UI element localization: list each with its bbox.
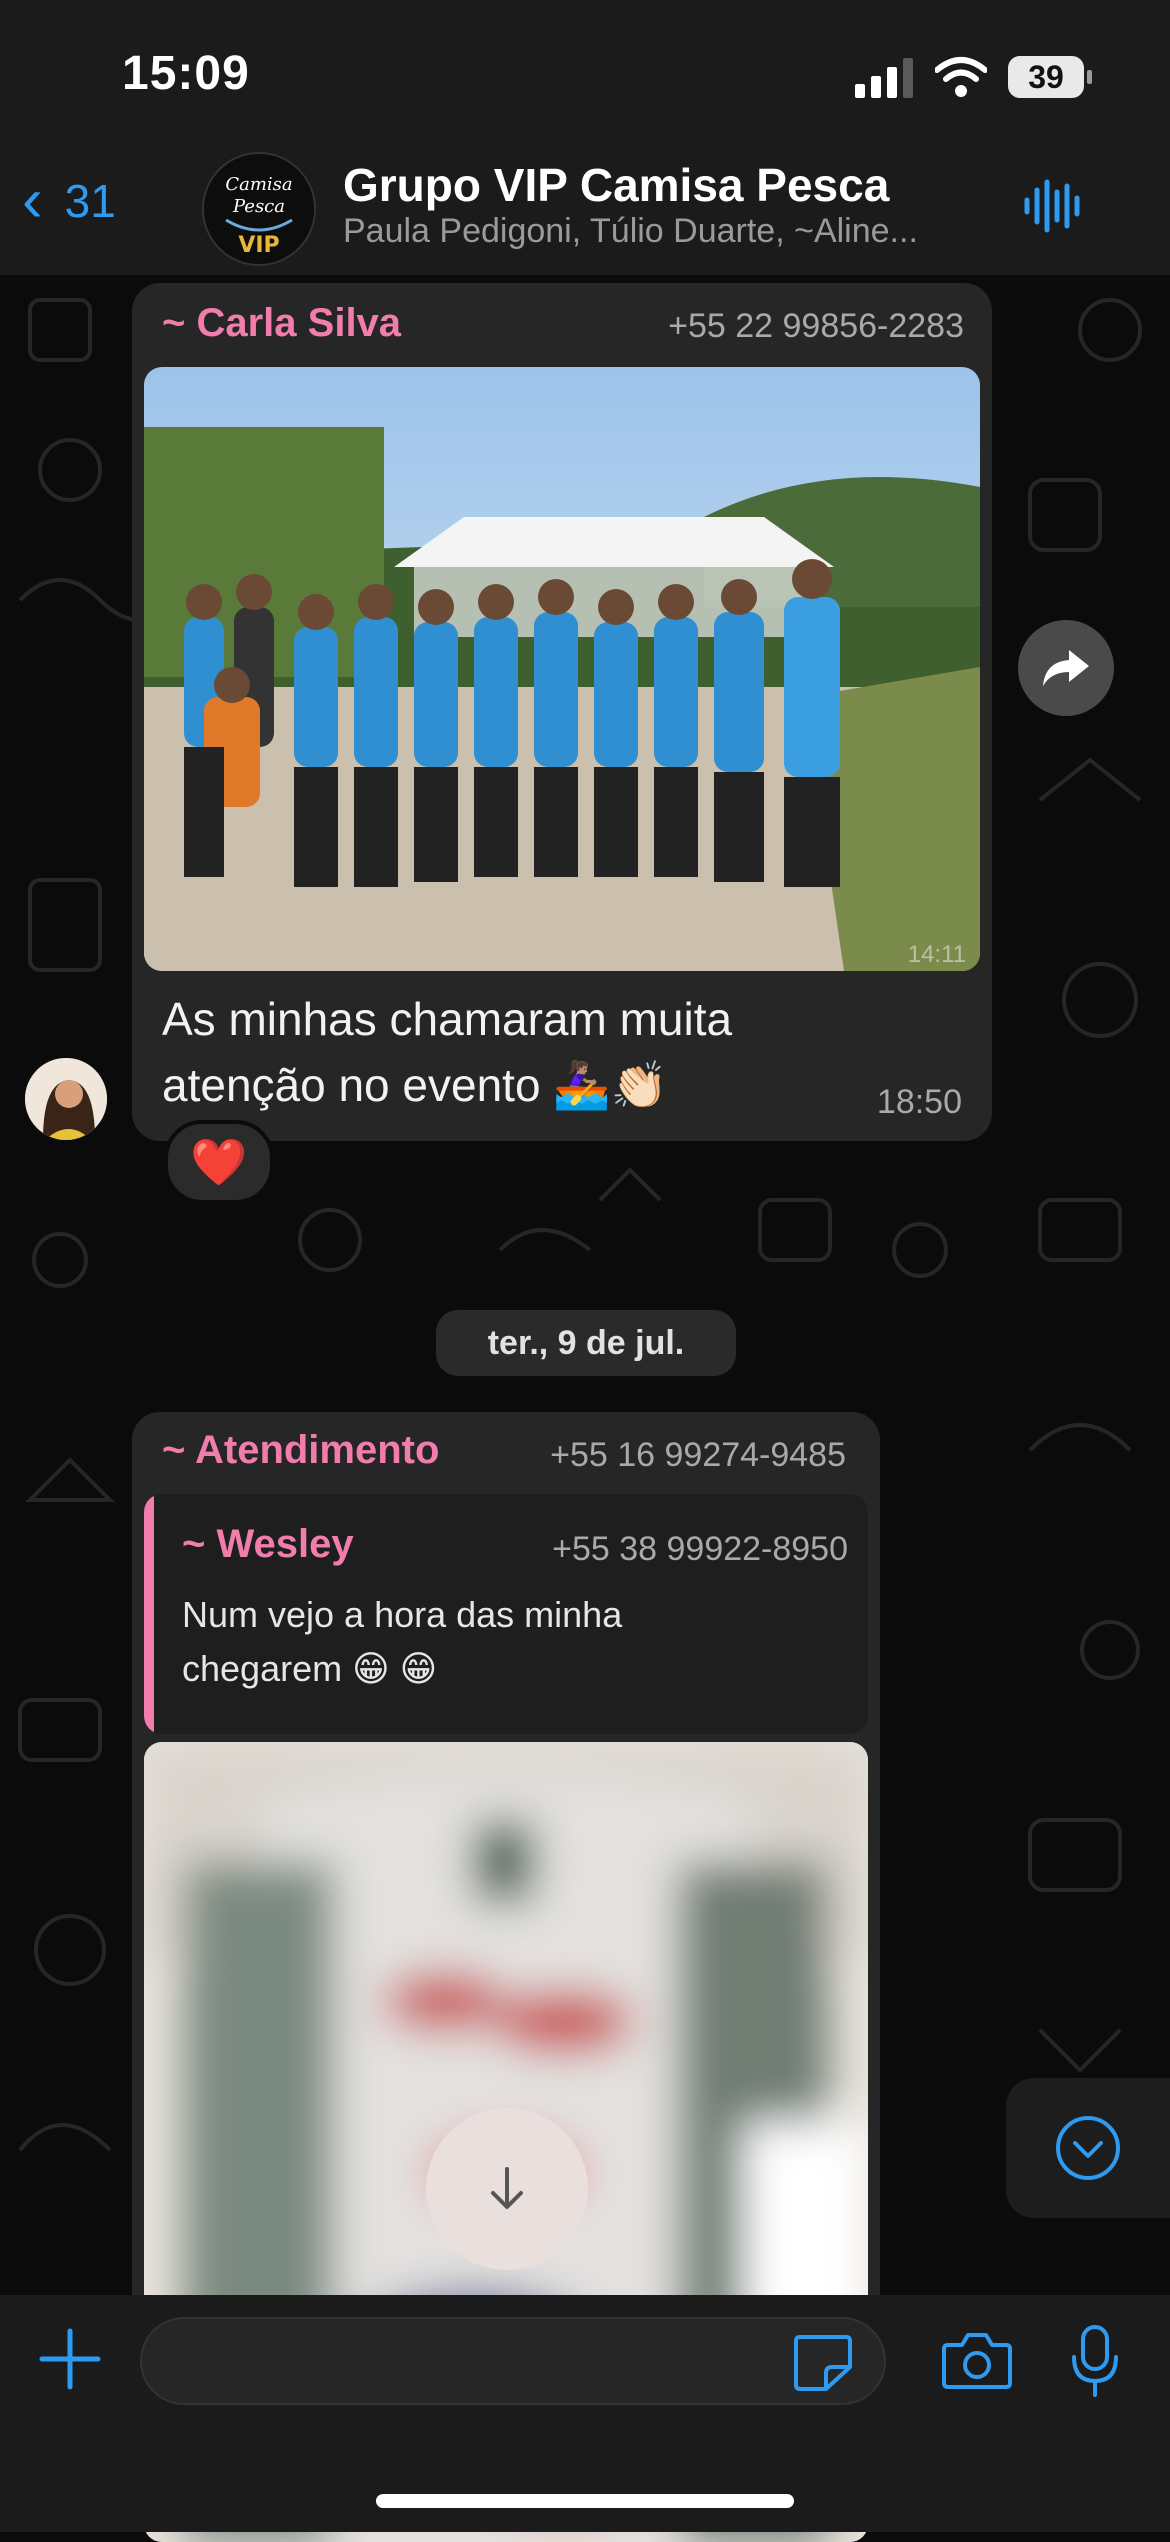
battery-indicator: 39 [1008,56,1092,98]
download-icon [491,2167,523,2209]
sender-phone: +55 22 99856-2283 [668,307,964,345]
date-separator: ter., 9 de jul. [436,1310,736,1376]
cellular-signal-icon [855,58,913,98]
home-indicator [376,2494,794,2508]
message-text-line: As minhas chamaram muita [162,993,733,1045]
avatar-image [25,1058,107,1140]
message-photo[interactable]: 14:11 [144,367,980,971]
group-logo-image: Camisa Pesca VIP [204,154,314,264]
message-text-line: atenção no evento 🚣🏽‍♀️👏🏻 [162,1059,668,1111]
sender-phone: +55 16 99274-9485 [550,1436,846,1474]
status-time: 15:09 [122,47,250,100]
sender-name[interactable]: ~ Atendimento [162,1428,439,1473]
camera-icon[interactable] [940,2331,1014,2391]
sender-name[interactable]: ~ Carla Silva [162,301,401,346]
top-bar: 15:09 39 ‹ 31 Camisa Pesca VIP Grupo VIP… [0,0,1170,275]
message-input[interactable] [140,2317,886,2405]
logo-word-pesca: Pesca [232,196,285,217]
photo-group-image [144,367,980,971]
quoted-message[interactable]: ~ Wesley +55 38 99922-8950 Num vejo a ho… [144,1494,868,1734]
wifi-icon [935,57,987,97]
voice-call-icon[interactable] [1022,178,1084,234]
quoted-text-line: chegarem 😁 😁 [182,1648,438,1689]
group-title[interactable]: Grupo VIP Camisa Pesca [343,158,889,212]
download-button[interactable] [426,2108,588,2270]
scroll-down-icon [1056,2116,1120,2180]
photo-timestamp: 14:11 [907,941,966,968]
sticker-icon[interactable] [792,2333,854,2391]
message-time: 18:50 [876,1083,962,1121]
group-avatar[interactable]: Camisa Pesca VIP [202,152,316,266]
group-members[interactable]: Paula Pedigoni, Túlio Duarte, ~Aline... [343,212,983,251]
back-chevron-icon: ‹ [22,166,43,235]
forward-icon [1043,650,1089,686]
unread-count: 31 [64,175,116,227]
quoted-sender-name: ~ Wesley [182,1522,354,1566]
quoted-text: Num vejo a hora das minha chegarem 😁 😁 [182,1588,622,1696]
sender-avatar[interactable] [25,1058,107,1140]
message-bubble[interactable]: ~ Carla Silva +55 22 99856-2283 14:11 As… [132,283,992,1141]
reaction-badge[interactable]: ❤️ [164,1120,274,1204]
plus-icon[interactable] [38,2327,102,2391]
forward-button[interactable] [1018,620,1114,716]
message-text: As minhas chamaram muita atenção no even… [162,986,732,1118]
back-button[interactable]: ‹ 31 [22,170,116,232]
quoted-sender-phone: +55 38 99922-8950 [552,1530,848,1568]
quoted-text-line: Num vejo a hora das minha [182,1594,623,1635]
mic-icon[interactable] [1070,2325,1120,2397]
scroll-to-bottom-button[interactable] [1006,2078,1170,2218]
logo-word-camisa: Camisa [225,174,292,195]
logo-word-vip: VIP [238,233,279,258]
